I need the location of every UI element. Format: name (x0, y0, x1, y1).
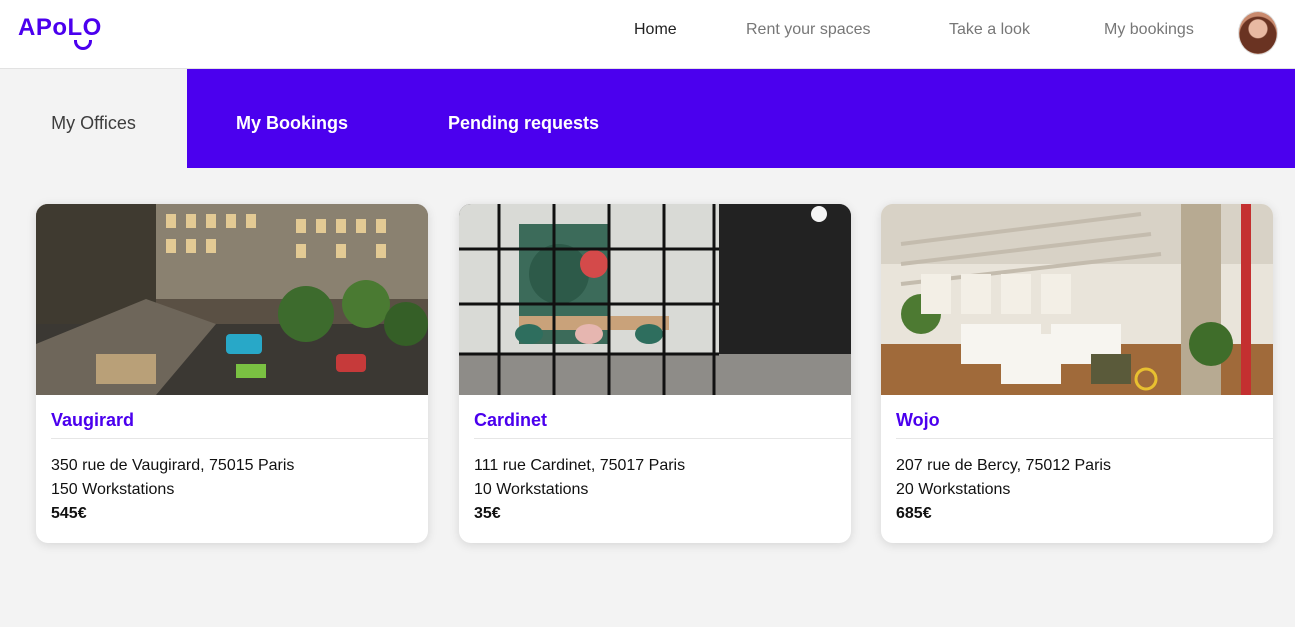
tab-bar: My Offices My Bookings Pending requests (0, 69, 1295, 168)
tab-my-bookings[interactable]: My Bookings (236, 69, 348, 168)
office-name: Vaugirard (51, 410, 135, 430)
office-card-wojo[interactable]: Wojo 207 rue de Bercy, 75012 Paris 20 Wo… (881, 204, 1273, 543)
office-card-cardinet[interactable]: Cardinet 111 rue Cardinet, 75017 Paris 1… (459, 204, 851, 543)
office-workstations: 150 Workstations (51, 481, 175, 498)
tab-pending-requests[interactable]: Pending requests (448, 69, 599, 168)
nav-my-bookings[interactable]: My bookings (1104, 20, 1194, 40)
office-photo (881, 204, 1273, 395)
logo-text: APoLO (18, 14, 102, 41)
office-name: Cardinet (474, 410, 548, 430)
logo-smile-icon (74, 40, 92, 50)
nav-take-a-look[interactable]: Take a look (949, 20, 1030, 40)
office-photo (36, 204, 428, 395)
tab-my-offices[interactable]: My Offices (0, 69, 187, 168)
office-workstations: 10 Workstations (474, 481, 589, 498)
office-name: Wojo (896, 410, 940, 430)
office-price: 685€ (896, 505, 932, 522)
top-header: APoLO Home Rent your spaces Take a look … (0, 0, 1295, 69)
office-card-vaugirard[interactable]: Vaugirard 350 rue de Vaugirard, 75015 Pa… (36, 204, 428, 543)
office-address: 350 rue de Vaugirard, 75015 Paris (51, 457, 295, 474)
user-avatar[interactable] (1238, 11, 1278, 55)
nav-rent-your-spaces[interactable]: Rent your spaces (746, 20, 871, 40)
apolo-logo[interactable]: APoLO (18, 14, 110, 54)
office-price: 545€ (51, 505, 87, 522)
card-divider (51, 438, 428, 439)
nav-home[interactable]: Home (634, 20, 677, 40)
office-workstations: 20 Workstations (896, 481, 1011, 498)
card-divider (474, 438, 851, 439)
card-divider (896, 438, 1273, 439)
office-address: 111 rue Cardinet, 75017 Paris (474, 457, 686, 474)
office-photo (459, 204, 851, 395)
office-price: 35€ (474, 505, 501, 522)
office-address: 207 rue de Bercy, 75012 Paris (896, 457, 1111, 474)
